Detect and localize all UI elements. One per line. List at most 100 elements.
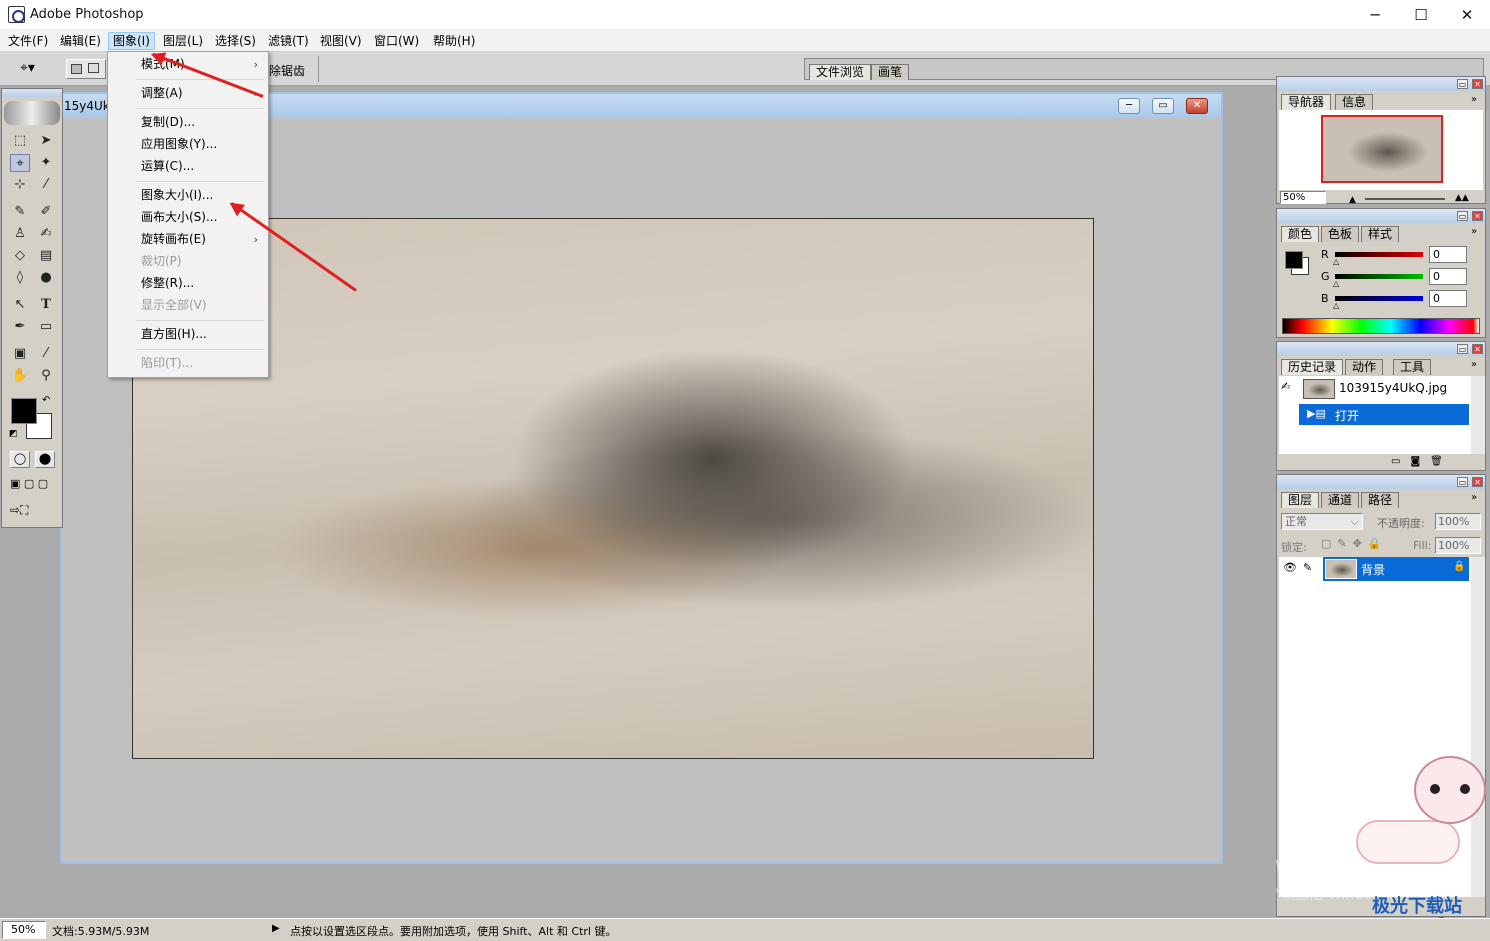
lasso-tool-icon[interactable]: ⌖ — [10, 154, 30, 172]
clone-stamp-icon[interactable]: ♙ — [10, 225, 30, 243]
zoom-out-icon[interactable]: ▲ — [1349, 195, 1356, 205]
zoom-slider[interactable] — [1365, 198, 1445, 200]
sand-dune-photo[interactable] — [132, 218, 1094, 759]
antialias-label[interactable]: 除锯齿 — [269, 62, 305, 79]
channel-r-value[interactable]: 0 — [1429, 246, 1467, 263]
layer-row[interactable]: 背景 🔒 — [1323, 557, 1469, 581]
menu-help[interactable]: 帮助(H) — [429, 32, 479, 50]
close-button[interactable]: ✕ — [1444, 0, 1490, 30]
channel-g-value[interactable]: 0 — [1429, 268, 1467, 285]
menu-item-duplicate[interactable]: 复制(D)... — [141, 112, 195, 132]
tab-color[interactable]: 颜色 — [1281, 226, 1320, 242]
foreground-color-swatch[interactable] — [11, 398, 37, 424]
lasso-preset-icon[interactable]: ⌖▾ — [20, 60, 35, 76]
shape-tool-icon[interactable]: ▭ — [36, 318, 56, 336]
notes-tool-icon[interactable]: ▣ — [10, 345, 30, 363]
slice-tool-icon[interactable]: ⁄ — [36, 176, 56, 194]
channel-r-slider[interactable] — [1335, 252, 1423, 257]
tab-tools[interactable]: 工具 — [1393, 359, 1432, 375]
panel-close-icon[interactable]: ✕ — [1472, 211, 1483, 221]
lock-options-icons[interactable]: ▢✎✥🔒 — [1321, 537, 1388, 550]
menu-item-trim[interactable]: 修整(R)... — [141, 273, 194, 293]
eraser-tool-icon[interactable]: ◇ — [10, 247, 30, 265]
panel-menu-icon[interactable]: » — [1471, 359, 1477, 370]
tab-layers[interactable]: 图层 — [1281, 492, 1320, 508]
slider-handle-icon[interactable]: △ — [1333, 301, 1339, 310]
eye-icon[interactable]: 👁 — [1283, 561, 1297, 574]
healing-brush-icon[interactable]: ✎ — [10, 203, 30, 221]
snapshot-label[interactable]: 103915y4UkQ.jpg — [1339, 381, 1447, 395]
panel-minimize-icon[interactable]: ▭ — [1457, 79, 1468, 89]
panel-menu-icon[interactable]: » — [1471, 94, 1477, 105]
slider-handle-icon[interactable]: △ — [1333, 279, 1339, 288]
jump-to-imageready-icon[interactable]: ⇨⛶ — [10, 503, 28, 518]
navigator-zoom-field[interactable]: 50% — [1280, 191, 1326, 204]
marquee-tool-icon[interactable]: ⬚ — [10, 132, 30, 150]
tab-actions[interactable]: 动作 — [1345, 359, 1384, 375]
panel-close-icon[interactable]: ✕ — [1472, 477, 1483, 487]
menu-item-histogram[interactable]: 直方图(H)... — [141, 324, 207, 344]
zoom-in-icon[interactable]: ▲▲ — [1455, 193, 1469, 203]
panel-minimize-icon[interactable]: ▭ — [1457, 211, 1468, 221]
path-select-icon[interactable]: ↖ — [10, 296, 30, 314]
status-doc-info[interactable]: 文档:5.93M/5.93M — [52, 923, 149, 939]
status-zoom-field[interactable]: 50% — [2, 921, 46, 939]
doc-minimize-button[interactable]: ─ — [1118, 98, 1140, 114]
default-colors-icon[interactable]: ◩ — [9, 429, 18, 439]
menu-item-canvas-size[interactable]: 画布大小(S)... — [141, 207, 217, 227]
tab-brushes[interactable]: 画笔 — [871, 64, 910, 80]
pen-tool-icon[interactable]: ✒ — [10, 318, 30, 336]
menu-edit[interactable]: 编辑(E) — [56, 32, 105, 50]
history-brush-source-icon[interactable]: ✍ — [1281, 380, 1290, 393]
quickmask-mode-icon[interactable]: ⬤ — [35, 451, 55, 468]
channel-g-slider[interactable] — [1335, 274, 1423, 279]
new-selection-icon[interactable] — [71, 64, 82, 74]
gradient-tool-icon[interactable]: ▤ — [36, 247, 56, 265]
blend-mode-select[interactable]: 正常 ⌵ — [1281, 513, 1363, 530]
menu-item-rotate-canvas[interactable]: 旋转画布(E) — [141, 229, 206, 249]
layers-scrollbar[interactable] — [1471, 557, 1485, 897]
navigator-thumbnail[interactable] — [1321, 115, 1443, 183]
swap-colors-icon[interactable]: ↶ — [42, 395, 50, 406]
fill-field[interactable]: 100% — [1435, 537, 1481, 554]
panel-minimize-icon[interactable]: ▭ — [1457, 344, 1468, 354]
history-state-row[interactable]: ▶▤ 打开 — [1299, 404, 1469, 425]
tab-paths[interactable]: 路径 — [1361, 492, 1400, 508]
menu-window[interactable]: 窗口(W) — [370, 32, 423, 50]
magic-wand-icon[interactable]: ✦ — [36, 154, 56, 172]
standard-mode-icon[interactable]: ◯ — [10, 451, 30, 468]
panel-menu-icon[interactable]: » — [1471, 226, 1477, 237]
zoom-tool-icon[interactable]: ⚲ — [36, 367, 56, 385]
crop-tool-icon[interactable]: ⊹ — [10, 176, 30, 194]
menu-item-calculations[interactable]: 运算(C)... — [141, 156, 194, 176]
maximize-button[interactable]: ☐ — [1398, 0, 1444, 30]
selection-mode-buttons[interactable] — [66, 59, 106, 79]
menu-filter[interactable]: 滤镜(T) — [264, 32, 313, 50]
channel-b-value[interactable]: 0 — [1429, 290, 1467, 307]
panel-menu-icon[interactable]: » — [1471, 492, 1477, 503]
color-fg-swatch[interactable] — [1285, 251, 1303, 269]
history-footer-icons[interactable]: ▭◙🗑 — [1391, 456, 1453, 467]
status-menu-arrow-icon[interactable]: ▶ — [272, 923, 280, 934]
panel-close-icon[interactable]: ✕ — [1472, 79, 1483, 89]
doc-maximize-button[interactable]: ▭ — [1152, 98, 1174, 114]
menu-view[interactable]: 视图(V) — [316, 32, 366, 50]
panel-close-icon[interactable]: ✕ — [1472, 344, 1483, 354]
opacity-field[interactable]: 100% — [1435, 513, 1481, 530]
move-tool-icon[interactable]: ➤ — [36, 132, 56, 150]
tab-styles[interactable]: 样式 — [1361, 226, 1400, 242]
type-tool-icon[interactable]: T — [36, 296, 56, 314]
panel-minimize-icon[interactable]: ▭ — [1457, 477, 1468, 487]
color-ramp[interactable] — [1282, 318, 1480, 334]
blur-tool-icon[interactable]: ◊ — [10, 269, 30, 287]
menu-item-adjust[interactable]: 调整(A) — [141, 83, 183, 103]
doc-close-button[interactable]: ✕ — [1186, 98, 1208, 114]
menu-image[interactable]: 图象(I) — [108, 32, 155, 50]
minimize-button[interactable]: ─ — [1352, 0, 1398, 30]
tab-navigator[interactable]: 导航器 — [1281, 94, 1332, 110]
screen-mode-icons[interactable]: ▣ ▢ ▢ — [10, 477, 48, 490]
channel-b-slider[interactable] — [1335, 296, 1423, 301]
brush-tool-icon[interactable]: ✐ — [36, 203, 56, 221]
tab-history[interactable]: 历史记录 — [1281, 359, 1344, 375]
tab-file-browser[interactable]: 文件浏览 — [809, 64, 872, 80]
